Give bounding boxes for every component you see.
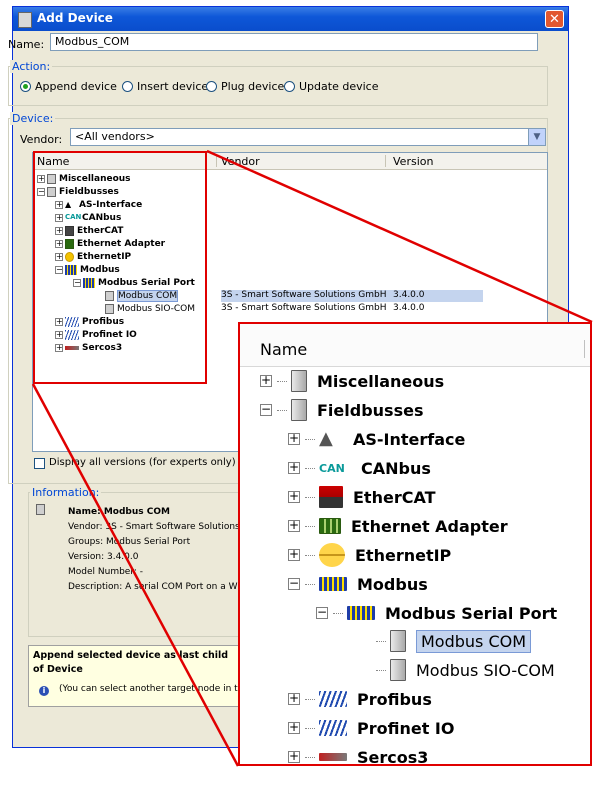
zoom-item-miscellaneous[interactable]: + Miscellaneous xyxy=(260,368,444,394)
expand-icon[interactable]: + xyxy=(288,750,300,763)
zoom-item-ethernet-adapter[interactable]: + Ethernet Adapter xyxy=(288,513,508,539)
ethercat-icon xyxy=(319,486,343,508)
device-icon xyxy=(390,630,406,652)
tree-item-label: EthernetIP xyxy=(355,545,452,565)
tree-connector xyxy=(305,698,315,700)
zoom-item-ethercat[interactable]: + EtherCAT xyxy=(288,484,436,510)
zoom-item-modbus-com[interactable]: Modbus COM xyxy=(376,628,532,654)
expand-icon[interactable]: + xyxy=(288,721,300,734)
tree-item-label: Modbus Serial Port xyxy=(385,603,558,623)
zoom-item-as-interface[interactable]: + ▲ AS-Interface xyxy=(288,426,465,452)
zoom-tree-header: Name xyxy=(240,324,590,367)
expand-icon[interactable]: + xyxy=(288,490,300,503)
profinet-icon xyxy=(319,720,347,736)
tree-item-label: Ethernet Adapter xyxy=(351,516,508,536)
zoom-item-sercos3[interactable]: + Sercos3 xyxy=(288,744,429,766)
tree-item-label: CANbus xyxy=(361,458,431,478)
expand-icon[interactable]: + xyxy=(288,519,300,532)
modbus-icon xyxy=(319,577,347,591)
highlight-rectangle xyxy=(33,151,207,384)
profibus-icon xyxy=(319,691,347,707)
collapse-icon[interactable]: − xyxy=(260,403,272,416)
collapse-icon[interactable]: − xyxy=(316,606,328,619)
tree-item-label: Modbus xyxy=(357,574,428,594)
tree-connector xyxy=(305,467,315,469)
ethernetip-icon xyxy=(319,543,345,567)
zoom-item-modbus-sio-com[interactable]: Modbus SIO-COM xyxy=(376,657,555,683)
tree-connector xyxy=(305,525,315,527)
sercos-icon xyxy=(319,753,347,761)
tree-item-label: EtherCAT xyxy=(353,487,436,507)
tree-connector xyxy=(277,409,287,411)
tree-connector xyxy=(305,756,315,758)
tree-item-label: Modbus COM xyxy=(416,629,532,653)
tree-connector xyxy=(305,554,315,556)
zoom-item-canbus[interactable]: + CAN CANbus xyxy=(288,455,431,481)
zoom-item-fieldbusses[interactable]: − Fieldbusses xyxy=(260,397,423,423)
as-interface-icon: ▲ xyxy=(319,428,333,449)
tree-item-label: Fieldbusses xyxy=(317,400,424,420)
zoom-item-ethernetip[interactable]: + EthernetIP xyxy=(288,542,451,568)
canbus-icon: CAN xyxy=(319,461,345,475)
ethernet-adapter-icon xyxy=(319,518,341,534)
expand-icon[interactable]: + xyxy=(288,432,300,445)
device-icon xyxy=(291,370,307,392)
zoom-inset: Name + Miscellaneous − Fieldbusses + ▲ AS-In… xyxy=(238,322,592,766)
tree-item-label: Sercos3 xyxy=(357,747,429,766)
expand-icon[interactable]: + xyxy=(288,692,300,705)
tree-item-label: Modbus SIO-COM xyxy=(416,660,555,680)
modbus-icon xyxy=(347,606,375,620)
column-header-name[interactable]: Name xyxy=(260,340,307,359)
tree-connector xyxy=(305,496,315,498)
collapse-icon[interactable]: − xyxy=(288,577,300,590)
zoom-item-modbus[interactable]: − Modbus xyxy=(288,571,428,597)
tree-connector xyxy=(305,727,315,729)
zoom-item-modbus-serial-port[interactable]: − Modbus Serial Port xyxy=(316,600,557,626)
zoom-item-profinet-io[interactable]: + Profinet IO xyxy=(288,715,454,741)
expand-icon[interactable]: + xyxy=(260,374,272,387)
expand-icon[interactable]: + xyxy=(288,548,300,561)
callout-line-top xyxy=(206,149,593,324)
device-icon xyxy=(291,399,307,421)
column-divider[interactable] xyxy=(584,340,585,358)
tree-connector xyxy=(376,669,386,671)
zoom-item-profibus[interactable]: + Profibus xyxy=(288,686,432,712)
tree-connector xyxy=(305,583,315,585)
tree-item-label: Profibus xyxy=(357,689,432,709)
tree-connector xyxy=(305,438,315,440)
screenshot-root: Add Device ✕ Name: Modbus_COM Action: Ap… xyxy=(0,0,597,790)
tree-item-label: AS-Interface xyxy=(353,429,466,449)
tree-connector xyxy=(376,640,386,642)
tree-connector xyxy=(277,380,287,382)
tree-item-label: Miscellaneous xyxy=(317,371,445,391)
tree-item-label: Profinet IO xyxy=(357,718,455,738)
tree-connector xyxy=(333,612,343,614)
expand-icon[interactable]: + xyxy=(288,461,300,474)
device-icon xyxy=(390,659,406,681)
callout-line-bottom xyxy=(31,383,240,767)
